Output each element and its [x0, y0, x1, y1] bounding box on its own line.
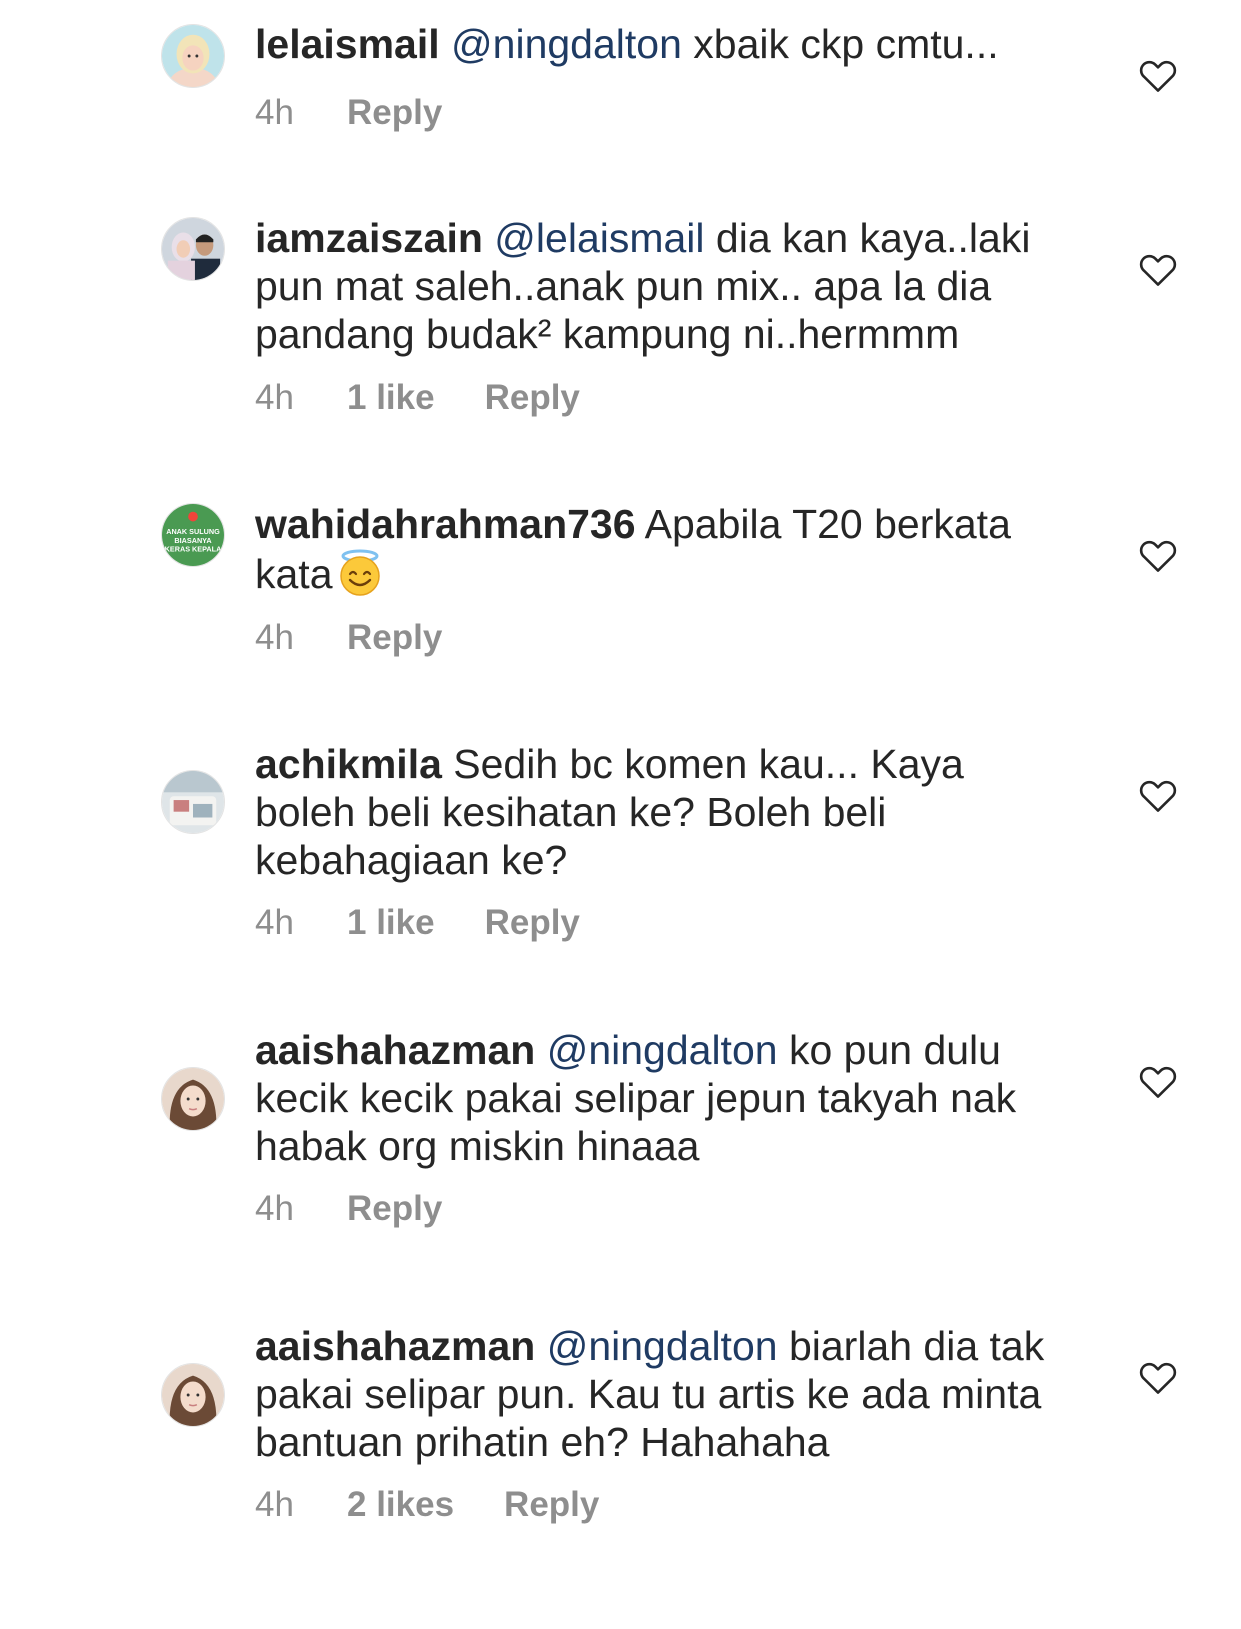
comment-text: lelaismail @ningdalton xbaik ckp cmtu... [255, 20, 1075, 68]
avatar-aaishahazman[interactable] [161, 1067, 225, 1131]
avatar-wahidahrahman736[interactable]: ANAK SULUNG BIASANYA KERAS KEPALA [161, 503, 225, 567]
reply-button[interactable]: Reply [347, 93, 442, 133]
username[interactable]: wahidahrahman736 [255, 501, 636, 547]
avatar-lelaismail[interactable] [161, 24, 225, 88]
heart-icon[interactable] [1138, 57, 1178, 93]
heart-icon[interactable] [1138, 1063, 1178, 1099]
mention-link[interactable]: @lelaismail [494, 215, 704, 261]
reply-button[interactable]: Reply [485, 903, 580, 943]
comment-text: wahidahrahman736 Apabila T20 berkata kat… [255, 500, 1075, 598]
heart-icon[interactable] [1138, 251, 1178, 287]
heart-icon[interactable] [1138, 537, 1178, 573]
username[interactable]: aaishahazman [255, 1027, 535, 1073]
reply-button[interactable]: Reply [485, 378, 580, 418]
reply-button[interactable]: Reply [347, 618, 442, 658]
likes-count[interactable]: 2 likes [347, 1485, 454, 1525]
comment-text: achikmila Sedih bc komen kau... Kaya bol… [255, 740, 1075, 884]
comment-body: xbaik ckp cmtu... [681, 21, 999, 67]
timestamp: 4h [255, 1189, 294, 1228]
avatar-badge-line-1: ANAK SULUNG [166, 527, 220, 536]
comment-text: iamzaiszain @lelaismail dia kan kaya..la… [255, 214, 1075, 358]
reply-button[interactable]: Reply [347, 1189, 442, 1229]
comment-meta: 4h 2 likes Reply [255, 1485, 599, 1525]
comment-meta: 4h Reply [255, 1189, 442, 1229]
smiling-face-with-halo-icon [335, 548, 385, 598]
mention-link[interactable]: @ningdalton [451, 21, 682, 67]
reply-button[interactable]: Reply [504, 1485, 599, 1525]
timestamp: 4h [255, 93, 294, 132]
comment-text: aaishahazman @ningdalton biarlah dia tak… [255, 1322, 1075, 1466]
avatar-badge-line-3: KERAS KEPALA [165, 544, 222, 553]
timestamp: 4h [255, 903, 294, 942]
mention-link[interactable]: @ningdalton [547, 1323, 778, 1369]
comment-meta: 4h 1 like Reply [255, 378, 580, 418]
mention-link[interactable]: @ningdalton [547, 1027, 778, 1073]
username[interactable]: lelaismail [255, 21, 440, 67]
comment-meta: 4h Reply [255, 93, 442, 133]
likes-count[interactable]: 1 like [347, 903, 435, 943]
avatar-iamzaiszain[interactable] [161, 217, 225, 281]
heart-icon[interactable] [1138, 777, 1178, 813]
comment-meta: 4h 1 like Reply [255, 903, 580, 943]
likes-count[interactable]: 1 like [347, 378, 435, 418]
avatar-achikmila[interactable] [161, 770, 225, 834]
username[interactable]: iamzaiszain [255, 215, 483, 261]
timestamp: 4h [255, 618, 294, 657]
username[interactable]: achikmila [255, 741, 442, 787]
avatar-badge-line-2: BIASANYA [174, 536, 212, 545]
timestamp: 4h [255, 1485, 294, 1524]
comment-text: aaishahazman @ningdalton ko pun dulu kec… [255, 1026, 1075, 1170]
heart-icon[interactable] [1138, 1359, 1178, 1395]
timestamp: 4h [255, 378, 294, 417]
username[interactable]: aaishahazman [255, 1323, 535, 1369]
comment-meta: 4h Reply [255, 618, 442, 658]
avatar-aaishahazman[interactable] [161, 1363, 225, 1427]
